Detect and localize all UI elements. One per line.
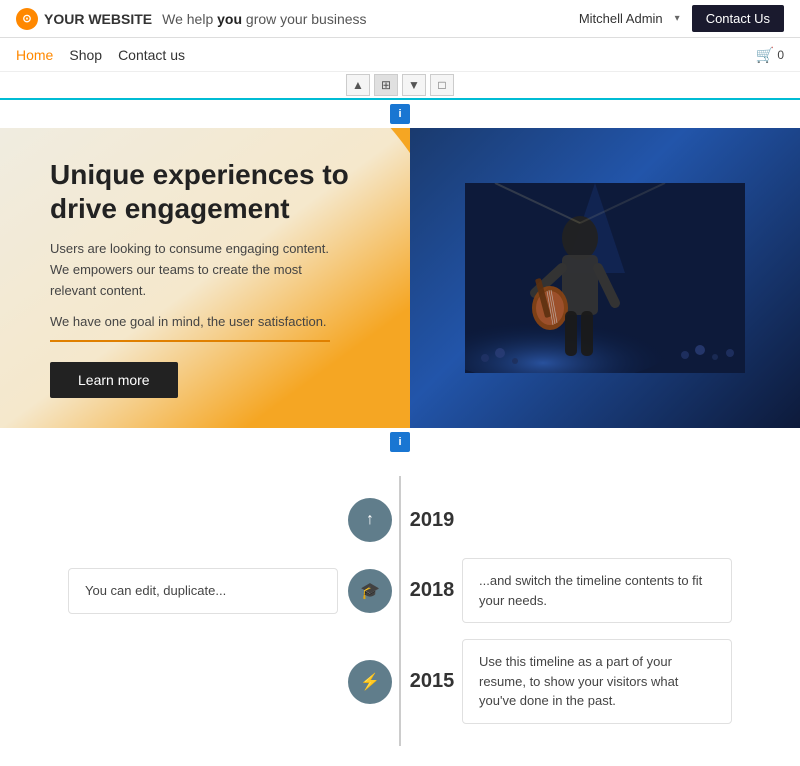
- nav-bar: Home Shop Contact us 🛒 0: [0, 38, 800, 72]
- timeline-content-right-2015: Use this timeline as a part of your resu…: [462, 639, 732, 724]
- timeline-circle-2019: ↑: [348, 498, 392, 542]
- cart-icon[interactable]: 🛒 0: [756, 46, 784, 64]
- timeline-circle-2015: ⚡: [348, 660, 392, 704]
- nav-left: Home Shop Contact us: [16, 47, 185, 63]
- logo-icon: ⊙: [16, 8, 38, 30]
- timeline-row-2015: ⚡ 2015 Use this timeline as a part of yo…: [0, 631, 800, 736]
- logo[interactable]: ⊙ YOUR WEBSITE: [16, 8, 152, 30]
- tagline-plain: We help: [162, 11, 217, 27]
- toolbar-up-btn[interactable]: ▲: [346, 74, 370, 96]
- timeline-year-2015: 2015: [402, 670, 462, 693]
- hero-image: [410, 128, 800, 428]
- toolbar-square-btn[interactable]: □: [430, 74, 454, 96]
- nav-shop[interactable]: Shop: [69, 47, 102, 63]
- toolbar-bar: ▲ ⊞ ▼ □: [0, 72, 800, 100]
- user-dropdown-arrow[interactable]: ▾: [675, 13, 680, 24]
- timeline-right-text-2015: Use this timeline as a part of your resu…: [479, 654, 678, 708]
- timeline-year-2019: 2019: [402, 509, 462, 532]
- tagline-rest: grow your business: [242, 11, 367, 27]
- timeline-container: ↑ 2019 You can edit, duplicate... 🎓 2018…: [0, 476, 800, 746]
- hero-desc1: Users are looking to consume engaging co…: [50, 239, 330, 301]
- tagline: We help you grow your business: [162, 11, 366, 27]
- info-section-top: i: [0, 104, 800, 124]
- timeline-row-2019: ↑ 2019: [0, 486, 800, 550]
- hero-section: Unique experiences to drive engagement U…: [0, 128, 800, 428]
- tagline-bold: you: [217, 11, 242, 27]
- guitarist-illustration: [465, 183, 745, 373]
- hero-text-area: Unique experiences to drive engagement U…: [0, 128, 410, 428]
- timeline-left-text-2018: You can edit, duplicate...: [85, 583, 226, 598]
- info-button-bottom[interactable]: i: [390, 432, 410, 452]
- nav-contact[interactable]: Contact us: [118, 47, 185, 63]
- contact-us-button[interactable]: Contact Us: [692, 5, 784, 32]
- toolbar-grid-btn[interactable]: ⊞: [374, 74, 398, 96]
- hero-title: Unique experiences to drive engagement: [50, 158, 380, 225]
- cart-count: 0: [777, 48, 784, 62]
- header: ⊙ YOUR WEBSITE We help you grow your bus…: [0, 0, 800, 38]
- nav-home[interactable]: Home: [16, 47, 53, 63]
- toolbar-down-btn[interactable]: ▼: [402, 74, 426, 96]
- logo-text: YOUR WEBSITE: [44, 11, 152, 27]
- info-section-bottom: i: [0, 432, 800, 452]
- timeline-circle-2018: 🎓: [348, 569, 392, 613]
- info-button-top[interactable]: i: [390, 104, 410, 124]
- user-name: Mitchell Admin: [579, 11, 663, 26]
- timeline-right-text-2018: ...and switch the timeline contents to f…: [479, 573, 702, 608]
- timeline-content-right-2018: ...and switch the timeline contents to f…: [462, 558, 732, 623]
- hero-desc2: We have one goal in mind, the user satis…: [50, 312, 330, 343]
- timeline-content-left-2018: You can edit, duplicate...: [68, 568, 338, 614]
- header-right: Mitchell Admin ▾ Contact Us: [579, 5, 784, 32]
- header-left: ⊙ YOUR WEBSITE We help you grow your bus…: [16, 8, 367, 30]
- learn-more-button[interactable]: Learn more: [50, 362, 178, 398]
- timeline-section: ↑ 2019 You can edit, duplicate... 🎓 2018…: [0, 456, 800, 766]
- timeline-year-2018: 2018: [402, 579, 462, 602]
- timeline-row-2018: You can edit, duplicate... 🎓 2018 ...and…: [0, 550, 800, 631]
